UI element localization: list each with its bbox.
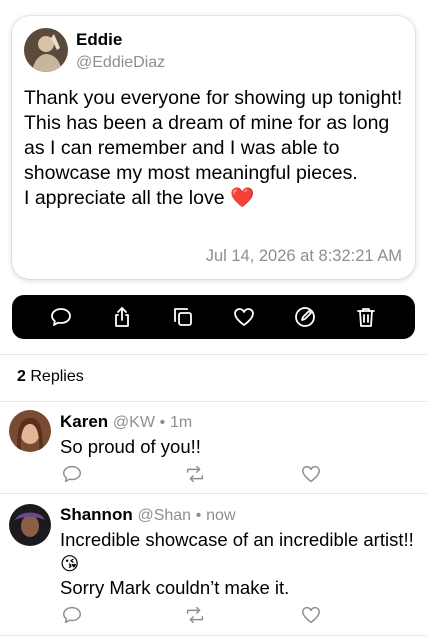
reply-time: now: [206, 507, 236, 524]
reply-icon[interactable]: [61, 604, 83, 626]
post-card: Eddie @EddieDiaz Thank you everyone for …: [12, 16, 415, 279]
post-timestamp: Jul 14, 2026 at 8:32:21 AM: [205, 247, 402, 265]
replies-count-label: Replies: [30, 368, 84, 385]
reply-dot-separator: •: [195, 507, 202, 524]
reply-author: Shannon @Shan • now: [60, 505, 236, 525]
reply-icon[interactable]: [61, 463, 83, 485]
copy-icon[interactable]: [170, 304, 196, 330]
author-handle: @EddieDiaz: [76, 54, 166, 71]
reply-author: Karen @KW • 1m: [60, 412, 192, 432]
post-action-toolbar: [12, 295, 415, 339]
post-text: Thank you everyone for showing up tonigh…: [24, 87, 403, 209]
reply-text: Incredible showcase of an incredible art…: [60, 529, 414, 598]
reply-avatar[interactable]: [9, 504, 51, 546]
like-icon[interactable]: [300, 463, 322, 485]
reply-author-handle: @KW: [112, 414, 155, 431]
like-icon[interactable]: [231, 304, 257, 330]
divider: [0, 354, 427, 355]
reply-time: 1m: [170, 414, 193, 431]
divider: [0, 635, 427, 636]
reply-avatar[interactable]: [9, 410, 51, 452]
author-avatar[interactable]: [24, 28, 68, 72]
share-icon[interactable]: [109, 304, 135, 330]
reply-author-handle: @Shan: [137, 507, 192, 524]
replies-count-number: 2: [17, 368, 26, 385]
reply-dot-separator: •: [159, 414, 166, 431]
edit-icon[interactable]: [292, 304, 318, 330]
reply-actions: [60, 463, 330, 485]
replies-count: 2 Replies: [17, 368, 84, 386]
reply-icon[interactable]: [48, 304, 74, 330]
reply-item[interactable]: Karen @KW • 1m So proud of you!!: [0, 401, 427, 493]
reply-text: So proud of you!!: [60, 436, 201, 457]
reply-actions: [60, 604, 330, 626]
author-name: Eddie: [76, 30, 123, 49]
like-icon[interactable]: [300, 604, 322, 626]
delete-icon[interactable]: [353, 304, 379, 330]
repost-icon[interactable]: [184, 463, 206, 485]
reply-item[interactable]: Shannon @Shan • now Incredible showcase …: [0, 494, 427, 634]
reply-author-name: Karen: [60, 412, 109, 431]
repost-icon[interactable]: [184, 604, 206, 626]
reply-author-name: Shannon: [60, 505, 133, 524]
